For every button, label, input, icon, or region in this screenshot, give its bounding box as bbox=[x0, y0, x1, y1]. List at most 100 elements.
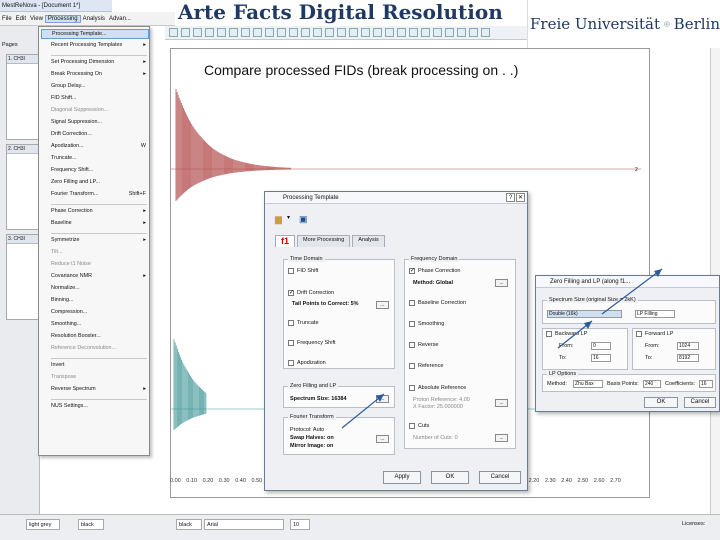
tool-icon[interactable] bbox=[337, 28, 346, 37]
menu-file[interactable]: File bbox=[0, 16, 14, 22]
line-color-select[interactable]: black bbox=[78, 519, 104, 530]
menu-item[interactable]: Reverse Spectrum ▸ bbox=[51, 385, 149, 393]
fid-thumbnail[interactable]: 3. CH3I bbox=[6, 234, 40, 320]
tool-icon[interactable] bbox=[301, 28, 310, 37]
tool-icon[interactable] bbox=[349, 28, 358, 37]
tool-icon[interactable] bbox=[469, 28, 478, 37]
text-color-select[interactable]: black bbox=[176, 519, 202, 530]
tab-f1[interactable]: f1 bbox=[275, 235, 296, 247]
fid-thumbnail[interactable]: 1. CH3I bbox=[6, 54, 40, 140]
menu-item[interactable]: Signal Suppression... bbox=[51, 118, 149, 126]
cancel-button[interactable]: Cancel bbox=[479, 471, 521, 484]
truncate-checkbox[interactable]: Truncate bbox=[288, 320, 319, 326]
tool-icon[interactable] bbox=[361, 28, 370, 37]
basis-points-field[interactable]: 240 bbox=[643, 380, 661, 388]
tool-icon[interactable] bbox=[313, 28, 322, 37]
baseline-correction-checkbox[interactable]: Baseline Correction bbox=[409, 300, 466, 306]
tool-icon[interactable] bbox=[193, 28, 202, 37]
help-icon[interactable]: ? bbox=[506, 193, 515, 202]
menu-edit[interactable]: Edit bbox=[14, 16, 28, 22]
tool-icon[interactable] bbox=[289, 28, 298, 37]
tool-icon[interactable] bbox=[409, 28, 418, 37]
backward-to-field[interactable]: 16 bbox=[591, 354, 611, 362]
menu-item[interactable]: Set Processing Dimension ▸ bbox=[51, 58, 149, 66]
menu-item[interactable]: Binning... bbox=[51, 296, 149, 304]
menu-item[interactable]: Fourier Transform... Shift+F bbox=[51, 190, 149, 198]
cancel-button[interactable]: Cancel bbox=[684, 397, 716, 408]
fid-shift-checkbox[interactable]: FID Shift bbox=[288, 268, 318, 274]
frequency-shift-checkbox[interactable]: Frequency Shift bbox=[288, 340, 336, 346]
menu-item[interactable]: Covariance NMR ▸ bbox=[51, 272, 149, 280]
tail-points-button[interactable]: ... bbox=[376, 301, 389, 309]
apodization-checkbox[interactable]: Apodization bbox=[288, 360, 326, 366]
tool-icon[interactable] bbox=[253, 28, 262, 37]
tab-analysis[interactable]: Analysis bbox=[352, 235, 385, 247]
forward-from-field[interactable]: 1024 bbox=[677, 342, 699, 350]
save-icon[interactable]: ▣ bbox=[299, 214, 308, 225]
tool-icon[interactable] bbox=[181, 28, 190, 37]
tool-icon[interactable] bbox=[325, 28, 334, 37]
tool-icon[interactable] bbox=[217, 28, 226, 37]
menu-item[interactable]: Apodization... W bbox=[51, 142, 149, 150]
menu-item[interactable]: Frequency Shift... bbox=[51, 166, 149, 174]
menu-processing[interactable]: Processing bbox=[44, 14, 81, 23]
tool-icon[interactable] bbox=[277, 28, 286, 37]
menu-item[interactable]: Phase Correction ▸ bbox=[51, 207, 149, 215]
reverse-checkbox[interactable]: Reverse bbox=[409, 342, 438, 348]
drift-correction-checkbox[interactable]: ✓ Drift Correction bbox=[288, 290, 334, 296]
absolute-reference-checkbox[interactable]: Absolute Reference bbox=[409, 385, 466, 391]
tool-icon[interactable] bbox=[385, 28, 394, 37]
smoothing-checkbox[interactable]: Smoothing bbox=[409, 321, 444, 327]
menu-item[interactable]: Normalize... bbox=[51, 284, 149, 292]
cuts-button[interactable]: ... bbox=[495, 434, 508, 442]
cuts-checkbox[interactable]: Cuts bbox=[409, 423, 429, 429]
dropdown-arrow-icon[interactable]: ▾ bbox=[287, 214, 290, 221]
tool-icon[interactable] bbox=[397, 28, 406, 37]
tool-icon[interactable] bbox=[433, 28, 442, 37]
tool-icon[interactable] bbox=[265, 28, 274, 37]
ok-button[interactable]: OK bbox=[644, 397, 678, 408]
forward-to-field[interactable]: 8192 bbox=[677, 354, 699, 362]
tab-more-processing[interactable]: More Processing bbox=[297, 235, 351, 247]
pages-tab[interactable]: Pages bbox=[2, 42, 18, 48]
tool-icon[interactable] bbox=[445, 28, 454, 37]
reference-checkbox[interactable]: Reference bbox=[409, 363, 443, 369]
menu-item[interactable]: Smoothing... bbox=[51, 320, 149, 328]
open-folder-icon[interactable]: ▆ bbox=[275, 214, 282, 225]
menu-advanced[interactable]: Advan... bbox=[107, 16, 133, 22]
phase-correction-checkbox[interactable]: ✓ Phase Correction bbox=[409, 268, 461, 274]
tool-icon[interactable] bbox=[481, 28, 490, 37]
menu-item[interactable]: Symmetrize ▸ bbox=[51, 236, 149, 244]
absolute-reference-button[interactable]: ... bbox=[495, 399, 508, 407]
close-icon[interactable]: ✕ bbox=[516, 193, 525, 202]
menu-item[interactable]: NUS Settings... bbox=[51, 402, 149, 410]
menu-view[interactable]: View bbox=[28, 16, 45, 22]
menu-item[interactable]: Recent Processing Templates ▸ bbox=[51, 41, 149, 49]
apply-button[interactable]: Apply bbox=[383, 471, 421, 484]
tool-icon[interactable] bbox=[205, 28, 214, 37]
tool-icon[interactable] bbox=[241, 28, 250, 37]
menu-item[interactable]: Invert bbox=[51, 361, 149, 369]
menu-item[interactable]: Resolution Booster... bbox=[51, 332, 149, 340]
font-size-select[interactable]: 10 bbox=[290, 519, 310, 530]
tool-icon[interactable] bbox=[169, 28, 178, 37]
lp-method-select[interactable]: Zhu Bax bbox=[573, 380, 603, 388]
tool-icon[interactable] bbox=[373, 28, 382, 37]
menu-item[interactable]: Truncate... bbox=[51, 154, 149, 162]
tool-icon[interactable] bbox=[229, 28, 238, 37]
menu-item[interactable]: Baseline ▸ bbox=[51, 219, 149, 227]
tool-icon[interactable] bbox=[421, 28, 430, 37]
menu-item[interactable]: Drift Correction... bbox=[51, 130, 149, 138]
fid-thumbnail[interactable]: 2. CH3I bbox=[6, 144, 40, 230]
menu-item[interactable]: Compression... bbox=[51, 308, 149, 316]
font-select[interactable]: Arial bbox=[204, 519, 284, 530]
forward-lp-checkbox[interactable]: Forward LP bbox=[636, 331, 673, 337]
ok-button[interactable]: OK bbox=[431, 471, 469, 484]
menu-item[interactable]: FID Shift... bbox=[51, 94, 149, 102]
fourier-button[interactable]: ... bbox=[376, 435, 389, 443]
menu-item[interactable]: Break Processing On ▸ bbox=[51, 70, 149, 78]
menu-item[interactable]: Group Delay... bbox=[51, 82, 149, 90]
tool-icon[interactable] bbox=[457, 28, 466, 37]
phase-correction-button[interactable]: ... bbox=[495, 279, 508, 287]
coefficients-field[interactable]: 16 bbox=[699, 380, 713, 388]
